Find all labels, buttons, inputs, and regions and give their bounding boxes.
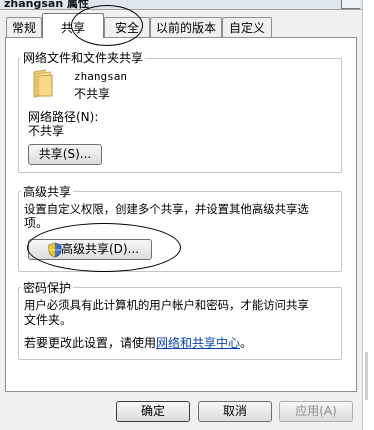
title-bar: zhangsan 属性 <box>0 0 362 10</box>
sharing-tab-panel: 网络文件和文件夹共享 zhangsan 不共享 网络路径(N): 不共享 共享(… <box>5 37 357 392</box>
network-sharing-center-link[interactable]: 网络和共享中心 <box>156 336 240 350</box>
share-button[interactable]: 共享(S)... <box>28 144 102 165</box>
tab-security[interactable]: 安全 <box>104 17 150 37</box>
tab-customize[interactable]: 自定义 <box>222 17 272 37</box>
close-window-button[interactable] <box>341 0 360 9</box>
network-share-group-title: 网络文件和文件夹共享 <box>21 49 146 66</box>
folder-name: zhangsan <box>74 70 127 83</box>
cancel-button[interactable]: 取消 <box>198 401 272 422</box>
advanced-share-group-title: 高级共享 <box>21 183 74 200</box>
password-description-2: 文件夹。 <box>24 313 73 327</box>
apply-button[interactable]: 应用(A) <box>279 401 353 422</box>
password-protection-group-title: 密码保护 <box>21 279 74 296</box>
uac-shield-icon <box>48 242 62 258</box>
folder-icon <box>33 69 53 98</box>
scrollbar-thumb[interactable] <box>365 352 368 400</box>
tab-previous-versions[interactable]: 以前的版本 <box>150 17 222 37</box>
window-title: zhangsan 属性 <box>4 0 89 10</box>
password-change-text: 若要更改此设置，请使用网络和共享中心。 <box>24 336 253 350</box>
share-status: 不共享 <box>74 87 111 101</box>
tab-general[interactable]: 常规 <box>6 17 42 37</box>
tab-sharing[interactable]: 共享 <box>42 13 104 38</box>
right-scrollbar-track[interactable] <box>362 0 374 430</box>
advanced-share-description-1: 设置自定义权限，创建多个共享，并设置其他高级共享选 <box>24 202 309 216</box>
advanced-share-button-label: 高级共享(D)... <box>60 242 140 256</box>
network-path-value: 不共享 <box>28 124 65 138</box>
advanced-share-description-2: 项。 <box>24 216 49 230</box>
ok-button[interactable]: 确定 <box>116 401 190 422</box>
advanced-share-button[interactable]: 高级共享(D)... <box>28 239 152 260</box>
